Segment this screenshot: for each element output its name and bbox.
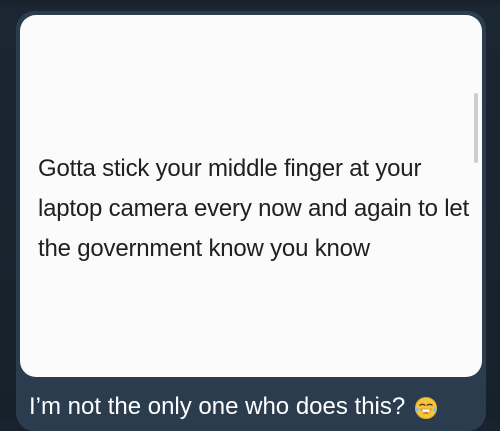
laughing-with-tears-icon: [415, 396, 438, 419]
top-shadow: [0, 0, 500, 8]
message-image[interactable]: Gotta stick your middle finger at your l…: [20, 15, 482, 377]
meme-text: Gotta stick your middle finger at your l…: [38, 155, 469, 262]
message-caption: I’m not the only one who does this?: [29, 388, 479, 426]
message-bubble[interactable]: Gotta stick your middle finger at your l…: [16, 11, 486, 431]
caption-text: I’m not the only one who does this?: [29, 393, 406, 420]
image-scrollbar[interactable]: [474, 93, 478, 163]
